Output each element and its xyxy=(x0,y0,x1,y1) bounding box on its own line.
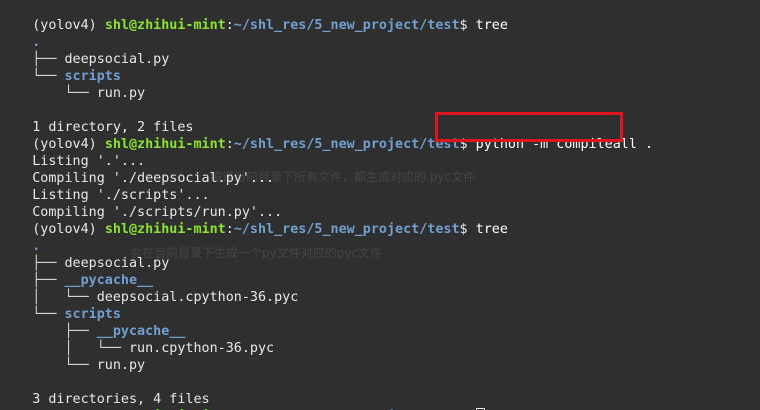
tree-line: └── scripts xyxy=(0,51,121,84)
watermark-annotation: 会在当前目录下生成一个py文件对应的pyc文件 xyxy=(130,246,383,260)
conda-env: (yolov4) xyxy=(32,18,105,33)
prompt-colon: : xyxy=(225,137,234,152)
tree-line: . xyxy=(0,221,40,254)
tree-line: └── scripts xyxy=(0,289,121,322)
cwd-path: ~/shl_res/5_new_project/test xyxy=(233,18,460,33)
command-highlight-box xyxy=(435,112,623,142)
output-line: Compiling './scripts/run.py'... xyxy=(0,187,282,220)
tree-file: run.cpython-36.pyc xyxy=(129,341,275,356)
tree-summary: 1 directory, 2 files xyxy=(0,102,193,135)
tree-line: ├── __pycache__ xyxy=(0,306,185,339)
command-text: tree xyxy=(475,18,508,33)
command-text: tree xyxy=(475,222,508,237)
output-line: Listing '.'... xyxy=(0,136,145,169)
prompt-dollar: $ xyxy=(459,18,476,33)
terminal-window[interactable]: (yolov4) shl@zhihui-mint:~/shl_res/5_new… xyxy=(0,0,760,410)
watermark-annotation: 编译当前目录下所有文件，都生成对应的.pyc文件 xyxy=(210,170,476,184)
tree-file: run.py xyxy=(96,86,146,101)
tree-line: │ └── run.cpython-36.pyc xyxy=(0,323,274,356)
conda-env: (yolov4) xyxy=(32,222,105,237)
prompt-colon: : xyxy=(225,18,234,33)
user-host: shl@zhihui-mint xyxy=(104,222,226,237)
cwd-path: ~/shl_res/5_new_project/test xyxy=(233,222,460,237)
prompt-dollar: $ xyxy=(459,222,476,237)
cwd-path: ~/shl_res/5_new_project/test xyxy=(233,137,460,152)
tree-branch: └── xyxy=(32,86,97,101)
prompt-line: (yolov4) shl@zhihui-mint:~/shl_res/5_new… xyxy=(0,391,485,410)
tree-summary: 3 directories, 4 files xyxy=(0,374,209,407)
tree-file: run.py xyxy=(96,358,146,373)
tree-line: └── run.py xyxy=(0,340,145,373)
tree-line: └── run.py xyxy=(0,68,145,101)
tree-line: . xyxy=(0,17,40,50)
tree-branch: └── xyxy=(32,358,97,373)
tree-file: deepsocial.cpython-36.pyc xyxy=(96,290,299,305)
user-host: shl@zhihui-mint xyxy=(104,18,226,33)
prompt-line: (yolov4) shl@zhihui-mint:~/shl_res/5_new… xyxy=(0,204,508,237)
tree-line: │ └── deepsocial.cpython-36.pyc xyxy=(0,272,298,305)
prompt-colon: : xyxy=(225,222,234,237)
tree-line: ├── deepsocial.py xyxy=(0,34,169,67)
prompt-line: (yolov4) shl@zhihui-mint:~/shl_res/5_new… xyxy=(0,0,508,33)
output-line: Listing './scripts'... xyxy=(0,170,209,203)
